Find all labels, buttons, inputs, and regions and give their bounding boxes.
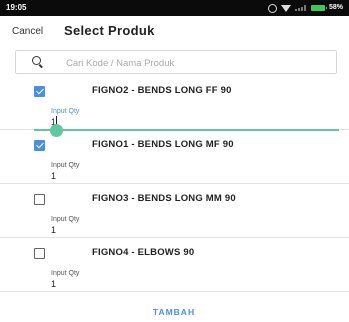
checkbox[interactable] <box>34 86 45 97</box>
qty-input[interactable]: 1 <box>51 225 56 235</box>
wifi-icon <box>280 4 291 12</box>
qty-label: Input Qty <box>51 108 80 115</box>
product-name: FIGNO3 - BENDS LONG MM 90 <box>92 193 236 204</box>
product-name: FIGNO2 - BENDS LONG FF 90 <box>92 85 232 96</box>
qty-input[interactable]: 1 <box>51 171 56 181</box>
status-bar: 19:05 58% <box>0 0 349 16</box>
checkbox[interactable] <box>34 194 45 205</box>
header: Cancel Select Produk <box>0 16 349 46</box>
alarm-icon <box>267 3 277 13</box>
signal-icon <box>294 5 307 11</box>
list-item: FIGNO1 - BENDS LONG MF 90 Input Qty 1 <box>0 129 349 184</box>
search-icon <box>32 56 41 65</box>
status-icons: 58% <box>267 0 343 16</box>
search-box[interactable] <box>15 50 337 74</box>
list-item: FIGNO3 - BENDS LONG MM 90 Input Qty 1 <box>0 183 349 238</box>
qty-label: Input Qty <box>51 270 80 277</box>
qty-label: Input Qty <box>51 162 80 169</box>
status-time: 19:05 <box>6 3 27 12</box>
page-title: Select Produk <box>64 23 155 38</box>
qty-input[interactable]: 1 <box>51 279 56 289</box>
qty-label: Input Qty <box>51 216 80 223</box>
checkbox[interactable] <box>34 140 45 151</box>
cancel-button[interactable]: Cancel <box>12 26 43 37</box>
product-name: FIGNO1 - BENDS LONG MF 90 <box>92 139 234 150</box>
tambah-button[interactable]: TAMBAH <box>124 305 224 319</box>
battery-icon <box>310 5 327 11</box>
product-name: FIGNO4 - ELBOWS 90 <box>92 247 195 258</box>
search-input[interactable] <box>64 54 328 72</box>
checkbox[interactable] <box>34 248 45 259</box>
battery-percent: 58% <box>328 4 343 11</box>
list-item: FIGNO4 - ELBOWS 90 Input Qty 1 <box>0 237 349 292</box>
list-item: FIGNO2 - BENDS LONG FF 90 Input Qty 1 <box>0 75 349 137</box>
